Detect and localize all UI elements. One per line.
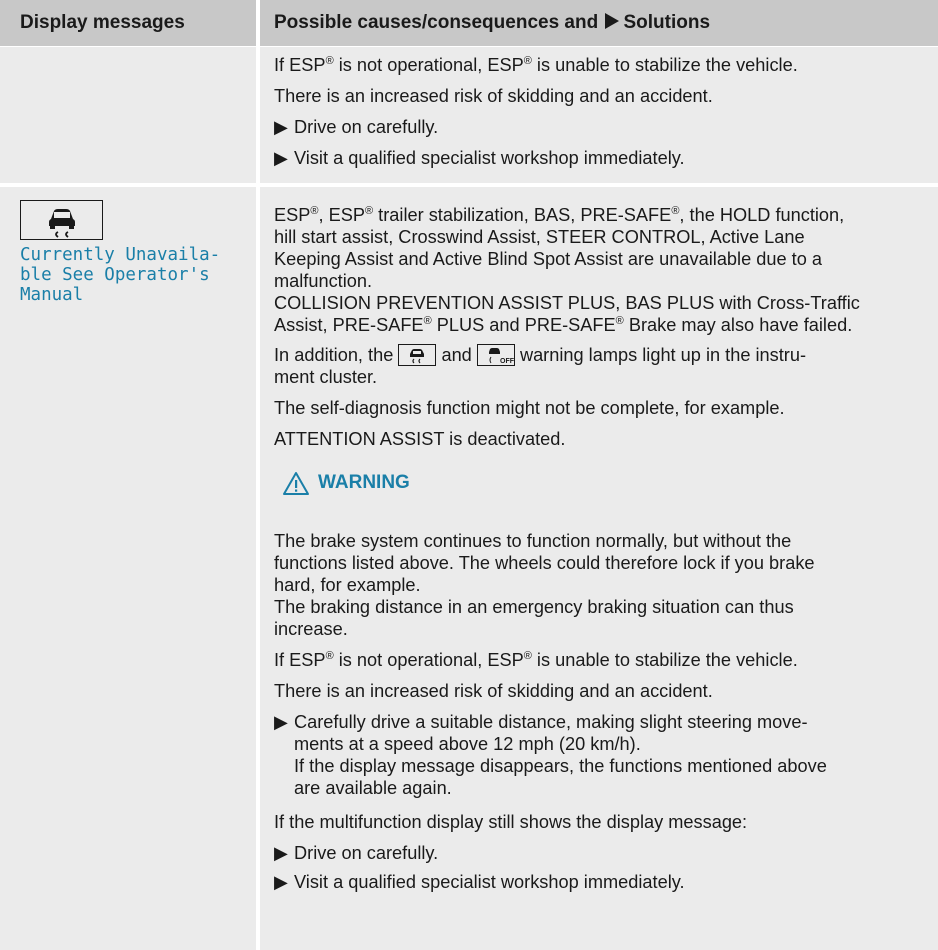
esp-skid-icon bbox=[20, 200, 103, 240]
table-header: Display messages Possible causes/consequ… bbox=[0, 0, 938, 46]
row-b-content: ESP®, ESP® trailer stabilization, BAS, P… bbox=[274, 205, 860, 449]
list-item: ▶ Drive on carefully. bbox=[274, 117, 439, 137]
list-item: ▶ Visit a qualified specialist workshop i… bbox=[274, 872, 685, 892]
display-message-text: Currently Unavaila- ble See Operator's M… bbox=[20, 245, 221, 305]
warning-title: WARNING bbox=[318, 472, 410, 493]
list-item: ▶ Carefully drive a suitable distance, m… bbox=[274, 712, 827, 798]
header-causes-solutions: Possible causes/consequences and Solutio… bbox=[274, 12, 711, 33]
svg-text:OFF: OFF bbox=[500, 358, 514, 365]
list-item: ▶ Drive on carefully. bbox=[274, 843, 439, 863]
warning-content: The brake system continues to function n… bbox=[274, 530, 924, 893]
list-item: ▶ Visit a qualified specialist workshop i… bbox=[274, 148, 685, 168]
warning-header: WARNING bbox=[274, 470, 924, 520]
esp-off-warning-lamp-icon: OFF bbox=[476, 344, 515, 366]
header-display-messages: Display messages bbox=[20, 12, 185, 33]
row-a-content: If ESP® is not operational, ESP® is unab… bbox=[274, 54, 924, 169]
esp-warning-lamp-icon bbox=[398, 344, 437, 366]
solution-arrow-icon bbox=[605, 13, 620, 29]
warning-triangle-icon bbox=[283, 472, 309, 495]
